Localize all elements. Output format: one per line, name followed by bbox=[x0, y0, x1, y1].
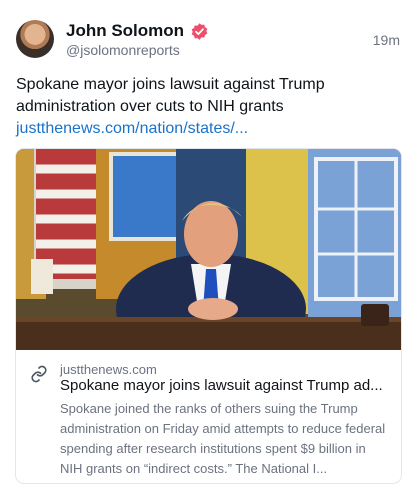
link-preview-card[interactable]: justthenews.com Spokane mayor joins laws… bbox=[15, 148, 402, 484]
verified-badge-icon bbox=[191, 22, 208, 40]
author-name-row[interactable]: John Solomon bbox=[66, 21, 209, 41]
post-timestamp[interactable]: 19m bbox=[373, 32, 400, 48]
card-thumbnail-image[interactable] bbox=[16, 149, 401, 350]
card-domain: justthenews.com bbox=[60, 362, 157, 377]
link-icon bbox=[31, 365, 47, 383]
post-link[interactable]: justthenews.com/nation/states/... bbox=[16, 118, 400, 140]
card-title[interactable]: Spokane mayor joins lawsuit against Trum… bbox=[60, 377, 390, 394]
post: John Solomon @jsolomonreports 19m Spokan… bbox=[0, 0, 416, 500]
author-avatar[interactable] bbox=[16, 20, 54, 58]
card-description: Spokane joined the ranks of others suing… bbox=[60, 401, 386, 476]
post-body: Spokane mayor joins lawsuit against Trum… bbox=[16, 74, 400, 140]
card-meta[interactable]: justthenews.com Spokane mayor joins laws… bbox=[16, 350, 401, 483]
author-handle[interactable]: @jsolomonreports bbox=[66, 42, 180, 58]
author-name[interactable]: John Solomon bbox=[66, 21, 184, 41]
post-text: Spokane mayor joins lawsuit against Trum… bbox=[16, 76, 325, 115]
